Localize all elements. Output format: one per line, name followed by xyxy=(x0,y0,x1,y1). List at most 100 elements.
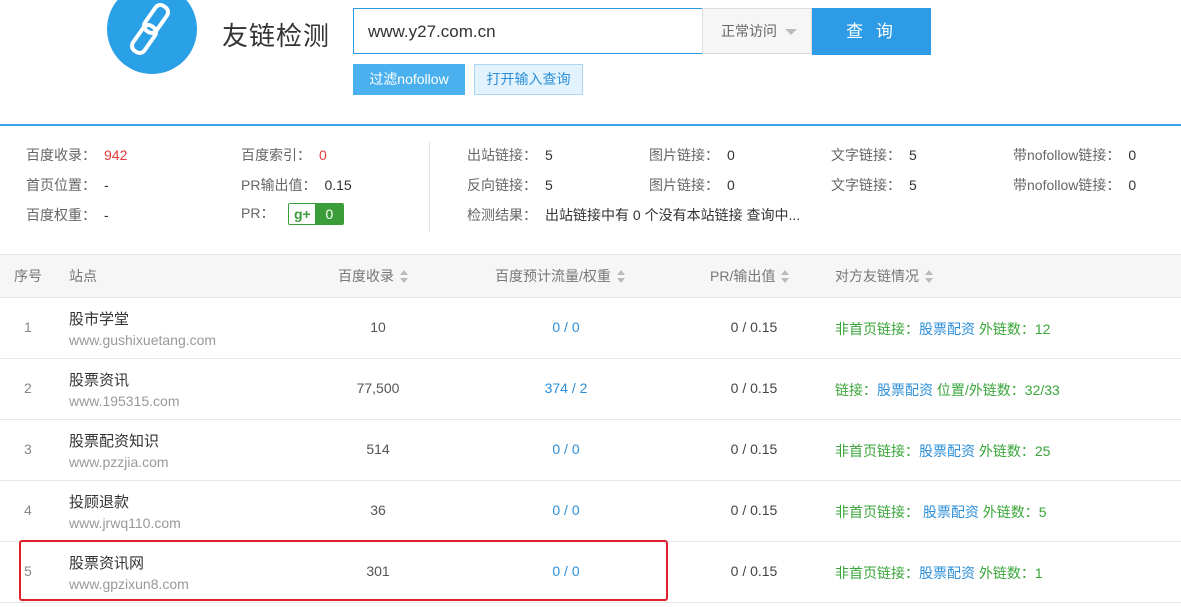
row-baidu-count: 10 xyxy=(370,319,386,335)
pr-badge-value: 0 xyxy=(315,204,344,225)
stat-image-links-1: 图片链接： 0 xyxy=(649,145,735,165)
link-status-suffix: 外链数：5 xyxy=(978,504,1047,520)
row-flow-weight[interactable]: 0 / 0 xyxy=(486,319,646,335)
stat-value: - xyxy=(104,177,109,193)
stat-value: 0 xyxy=(319,147,327,163)
row-pr-output: 0 / 0.15 xyxy=(730,502,778,518)
row-site-name[interactable]: 股市学堂 xyxy=(69,308,129,329)
stat-value: 5 xyxy=(545,177,553,193)
sort-icon[interactable] xyxy=(616,270,625,284)
stat-value: 出站链接中有 0 个没有本站链接 查询中... xyxy=(545,207,801,223)
stat-label: 文字链接： xyxy=(831,177,901,193)
th-site: 站点 xyxy=(69,268,97,284)
table-row: 2 股票资讯 www.195315.com 77,500 374 / 2 0 /… xyxy=(0,359,1181,420)
stat-text-links-1: 文字链接： 5 xyxy=(831,145,917,165)
row-site-domain[interactable]: www.195315.com xyxy=(69,393,180,409)
stat-value: 0 xyxy=(727,147,735,163)
stat-text-links-2: 文字链接： 5 xyxy=(831,175,917,195)
row-flow-weight[interactable]: 374 / 2 xyxy=(486,380,646,396)
stat-image-links-2: 图片链接： 0 xyxy=(649,175,735,195)
stat-label: 检测结果： xyxy=(467,207,537,223)
filter-nofollow-button[interactable]: 过滤nofollow xyxy=(353,64,465,95)
stat-outbound-links: 出站链接： 5 xyxy=(467,145,553,165)
link-anchor-keyword[interactable]: 股票配资 xyxy=(877,382,933,398)
row-site-name[interactable]: 股票资讯 xyxy=(69,369,129,390)
table-header: 序号 站点 百度收录 百度预计流量/权重 PR/输出值 对方友链情况 xyxy=(0,254,1181,298)
stat-label: 反向链接： xyxy=(467,177,537,193)
th-pr-label: PR/输出值 xyxy=(710,268,776,284)
stat-value: 5 xyxy=(909,177,917,193)
search-box xyxy=(353,8,703,55)
stat-label: 百度收录： xyxy=(26,147,96,163)
row-site-name[interactable]: 股票配资知识 xyxy=(69,430,159,451)
link-anchor-keyword[interactable]: 股票配资 xyxy=(923,504,979,520)
stat-label: 图片链接： xyxy=(649,177,719,193)
row-site-domain[interactable]: www.gpzixun8.com xyxy=(69,576,189,592)
row-pr-output: 0 / 0.15 xyxy=(730,319,778,335)
row-site-domain[interactable]: www.jrwq110.com xyxy=(69,515,181,531)
row-link-status: 非首页链接：股票配资 外链数：1 xyxy=(835,563,1043,583)
stat-value: 0 xyxy=(1128,177,1137,193)
stat-value: 942 xyxy=(104,147,128,163)
stat-label: 图片链接： xyxy=(649,147,719,163)
access-mode-select[interactable]: 正常访问 xyxy=(702,8,812,54)
chain-link-icon xyxy=(130,3,170,55)
table-row: 3 股票配资知识 www.pzzjia.com 514 0 / 0 0 / 0.… xyxy=(0,420,1181,481)
link-status-prefix: 非首页链接： xyxy=(835,443,919,459)
th-baidu-label: 百度收录 xyxy=(338,268,394,284)
sort-icon[interactable] xyxy=(925,270,933,284)
stat-label: 出站链接： xyxy=(467,147,537,163)
link-status-suffix: 外链数：1 xyxy=(975,565,1043,581)
stat-value: 0 xyxy=(1128,147,1137,163)
row-site-name[interactable]: 股票资讯网 xyxy=(69,552,144,573)
link-status-suffix: 位置/外链数：32/33 xyxy=(933,382,1060,398)
page-title: 友链检测 xyxy=(222,21,331,51)
th-baidu[interactable]: 百度收录 xyxy=(338,255,408,297)
row-flow-weight[interactable]: 0 / 0 xyxy=(486,563,646,579)
stats-divider xyxy=(429,142,430,232)
sort-icon[interactable] xyxy=(781,270,790,284)
table-row: 5 股票资讯网 www.gpzixun8.com 301 0 / 0 0 / 0… xyxy=(0,542,1181,603)
link-status-prefix: 链接： xyxy=(835,382,877,398)
link-status-suffix: 外链数：25 xyxy=(975,443,1051,459)
row-link-status: 非首页链接：股票配资 外链数：25 xyxy=(835,441,1050,461)
pr-badge: g+ 0 xyxy=(288,203,345,226)
th-status[interactable]: 对方友链情况 xyxy=(835,255,933,297)
stat-value: - xyxy=(104,207,109,223)
row-flow-weight[interactable]: 0 / 0 xyxy=(486,441,646,457)
stat-reverse-links: 反向链接： 5 xyxy=(467,175,553,195)
stat-baidu-suoyin: 百度索引： 0 xyxy=(241,145,327,165)
row-pr-output: 0 / 0.15 xyxy=(730,380,778,396)
open-input-query-button[interactable]: 打开输入查询 xyxy=(474,64,583,95)
access-mode-label: 正常访问 xyxy=(721,23,777,39)
link-status-prefix: 非首页链接： xyxy=(835,321,919,337)
th-flow[interactable]: 百度预计流量/权重 xyxy=(495,255,625,297)
stat-label: 文字链接： xyxy=(831,147,901,163)
row-site-domain[interactable]: www.gushixuetang.com xyxy=(69,332,216,348)
stat-label: 带nofollow链接： xyxy=(1013,177,1121,193)
stat-label: 首页位置： xyxy=(26,177,96,193)
table-row: 4 投顾退款 www.jrwq110.com 36 0 / 0 0 / 0.15… xyxy=(0,481,1181,542)
stat-pr: PR： g+ 0 xyxy=(241,203,345,226)
row-index: 3 xyxy=(24,441,32,457)
query-button[interactable]: 查 询 xyxy=(812,8,931,55)
row-flow-weight[interactable]: 0 / 0 xyxy=(486,502,646,518)
stat-pr-output: PR输出值： 0.15 xyxy=(241,175,352,195)
stat-label: PR： xyxy=(241,205,275,221)
link-anchor-keyword[interactable]: 股票配资 xyxy=(919,565,975,581)
domain-search-input[interactable] xyxy=(366,9,700,55)
th-pr[interactable]: PR/输出值 xyxy=(710,255,790,297)
link-status-prefix: 非首页链接： xyxy=(835,565,919,581)
table-row: 1 股市学堂 www.gushixuetang.com 10 0 / 0 0 /… xyxy=(0,298,1181,359)
link-anchor-keyword[interactable]: 股票配资 xyxy=(919,321,975,337)
stat-label: 百度索引： xyxy=(241,147,311,163)
row-baidu-count: 36 xyxy=(370,502,386,518)
page-header: 友链检测 正常访问 查 询 过滤nofollow 打开输入查询 xyxy=(0,0,1181,124)
sort-icon[interactable] xyxy=(400,270,408,284)
row-index: 5 xyxy=(24,563,32,579)
row-site-name[interactable]: 投顾退款 xyxy=(69,491,129,512)
row-site-domain[interactable]: www.pzzjia.com xyxy=(69,454,169,470)
th-flow-label: 百度预计流量/权重 xyxy=(495,268,611,284)
stat-baidu-index: 百度收录： 942 xyxy=(26,145,127,165)
link-anchor-keyword[interactable]: 股票配资 xyxy=(919,443,975,459)
